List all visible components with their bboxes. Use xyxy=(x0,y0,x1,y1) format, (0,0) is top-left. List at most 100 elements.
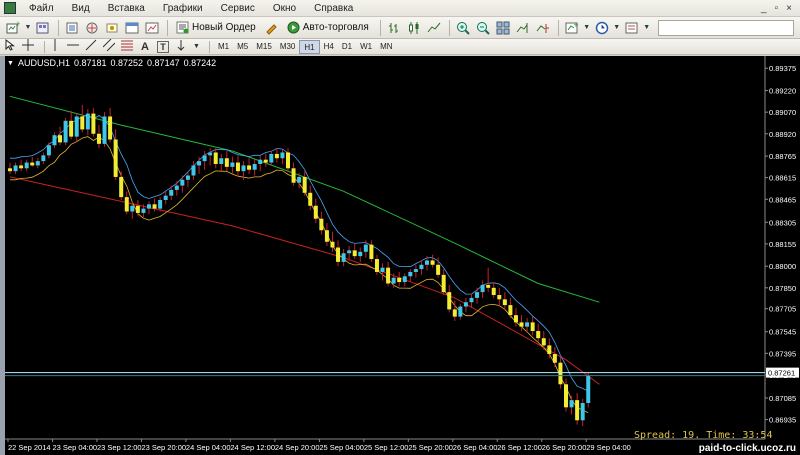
search-input[interactable] xyxy=(658,19,794,36)
data-window-icon[interactable] xyxy=(83,19,101,37)
menu-window[interactable]: Окно xyxy=(264,0,305,17)
candle-body xyxy=(413,269,418,272)
candle-body xyxy=(386,267,391,284)
templates-icon[interactable] xyxy=(623,19,641,37)
timeframe-m5[interactable]: M5 xyxy=(233,40,252,54)
spread-time-readout: Spread: 19. Time: 33:54 xyxy=(634,430,773,441)
menu-tools[interactable]: Сервис xyxy=(212,0,264,17)
menu-view[interactable]: Вид xyxy=(63,0,99,17)
price-chart[interactable]: 0.89375 0.89220 0.89070 0.88920 0.88765 0.886… xyxy=(5,56,800,455)
candle-body xyxy=(113,139,118,177)
candlestick-chart-icon[interactable] xyxy=(405,19,423,37)
arrows-icon[interactable] xyxy=(175,39,187,54)
candle-body xyxy=(480,284,485,293)
terminal-window: Файл Вид Вставка Графики Сервис Окно Спр… xyxy=(0,0,800,455)
app-logo-icon xyxy=(4,2,16,14)
strategy-tester-icon[interactable] xyxy=(143,19,161,37)
toolbar-separator xyxy=(209,40,210,53)
new-chart-icon[interactable]: + xyxy=(4,19,22,37)
dropdown-arrow-icon[interactable]: ▼ xyxy=(613,19,621,37)
dropdown-arrow-icon[interactable]: ▼ xyxy=(643,19,651,37)
chart-shift-icon[interactable] xyxy=(534,19,552,37)
profiles-icon[interactable] xyxy=(34,19,52,37)
x-tick-label: 25 Sep 04:00 xyxy=(319,443,364,452)
horizontal-line-icon[interactable] xyxy=(67,39,79,54)
metaeditor-icon[interactable] xyxy=(263,19,281,37)
crosshair-icon[interactable] xyxy=(22,39,34,54)
menu-charts[interactable]: Графики xyxy=(154,0,212,17)
indicators-icon[interactable]: + xyxy=(563,19,581,37)
candle-body xyxy=(547,345,552,355)
periods-clock-icon[interactable] xyxy=(593,19,611,37)
minimize-button[interactable]: _ xyxy=(761,3,767,14)
candle-body xyxy=(41,155,46,162)
candle-body xyxy=(286,152,290,169)
timeframe-w1[interactable]: W1 xyxy=(356,40,376,54)
candle-body xyxy=(525,322,530,327)
timeframe-h1[interactable]: H1 xyxy=(299,39,320,54)
candle-body xyxy=(508,305,513,316)
vertical-line-icon[interactable] xyxy=(49,39,61,54)
timeframe-d1[interactable]: D1 xyxy=(338,40,356,54)
new-order-icon xyxy=(176,21,189,34)
line-chart-icon[interactable] xyxy=(425,19,443,37)
menu-file[interactable]: Файл xyxy=(20,0,63,17)
candle-body xyxy=(352,250,357,257)
candle-body xyxy=(280,152,285,159)
candle-body xyxy=(575,400,580,421)
close-button[interactable]: × xyxy=(786,3,792,14)
zoom-in-icon[interactable] xyxy=(454,19,472,37)
autotrading-button[interactable]: Авто-торговля xyxy=(283,19,376,37)
dropdown-arrow-icon[interactable]: ▼ xyxy=(583,19,591,37)
menu-help[interactable]: Справка xyxy=(305,0,362,17)
candle-body xyxy=(35,161,40,166)
candle-body xyxy=(541,338,546,346)
menu-insert[interactable]: Вставка xyxy=(99,0,154,17)
y-tick-label: 0.88920 xyxy=(769,130,796,139)
tile-windows-icon[interactable] xyxy=(494,19,512,37)
x-tick-label: 26 Sep 12:00 xyxy=(497,443,542,452)
x-tick-label: 24 Sep 12:00 xyxy=(230,443,275,452)
y-tick-label: 0.88305 xyxy=(769,218,796,227)
timeframe-m30[interactable]: M30 xyxy=(276,40,300,54)
dropdown-arrow-icon[interactable]: ▼ xyxy=(24,19,32,37)
candle-body xyxy=(308,192,313,206)
candle-body xyxy=(441,274,446,293)
timeframe-mn[interactable]: MN xyxy=(376,40,396,54)
restore-button[interactable]: ▫ xyxy=(775,3,779,14)
toolbar-separator xyxy=(58,19,59,36)
timeframe-m1[interactable]: M1 xyxy=(214,40,233,54)
market-watch-icon[interactable] xyxy=(63,19,81,37)
auto-scroll-icon[interactable] xyxy=(514,19,532,37)
y-tick-label: 0.88765 xyxy=(769,152,796,161)
x-tick-label: 24 Sep 20:00 xyxy=(275,443,320,452)
ma-red-line xyxy=(9,176,600,385)
candle-body xyxy=(530,322,535,332)
y-tick-label: 0.87085 xyxy=(769,394,796,403)
text-label-tool-icon[interactable]: T xyxy=(157,40,169,53)
new-order-label: Новый Ордер xyxy=(192,22,256,33)
candle-body xyxy=(58,135,63,143)
navigator-icon[interactable] xyxy=(103,19,121,37)
chart-canvas[interactable]: 0.89375 0.89220 0.89070 0.88920 0.88765 0.886… xyxy=(5,56,800,455)
timeframe-h4[interactable]: H4 xyxy=(320,40,338,54)
candle-body xyxy=(135,205,140,213)
zoom-out-icon[interactable] xyxy=(474,19,492,37)
candle-body xyxy=(235,162,240,172)
candle-body xyxy=(369,244,374,260)
fibonacci-icon[interactable] xyxy=(121,39,133,54)
equidistant-channel-icon[interactable] xyxy=(102,38,116,54)
timeframe-m15[interactable]: M15 xyxy=(252,40,276,54)
candle-body xyxy=(191,165,196,176)
candle-body xyxy=(74,116,79,137)
y-tick-label: 0.89220 xyxy=(769,87,796,96)
dropdown-arrow-icon[interactable]: ▼ xyxy=(193,43,200,50)
candle-body xyxy=(430,260,435,265)
terminal-icon[interactable] xyxy=(123,19,141,37)
text-tool-icon[interactable]: A xyxy=(139,41,151,53)
candle-body xyxy=(241,165,246,172)
new-order-button[interactable]: Новый Ордер xyxy=(172,19,263,37)
cursor-icon[interactable] xyxy=(4,38,16,54)
bar-chart-icon[interactable] xyxy=(385,19,403,37)
trendline-icon[interactable] xyxy=(85,39,97,54)
